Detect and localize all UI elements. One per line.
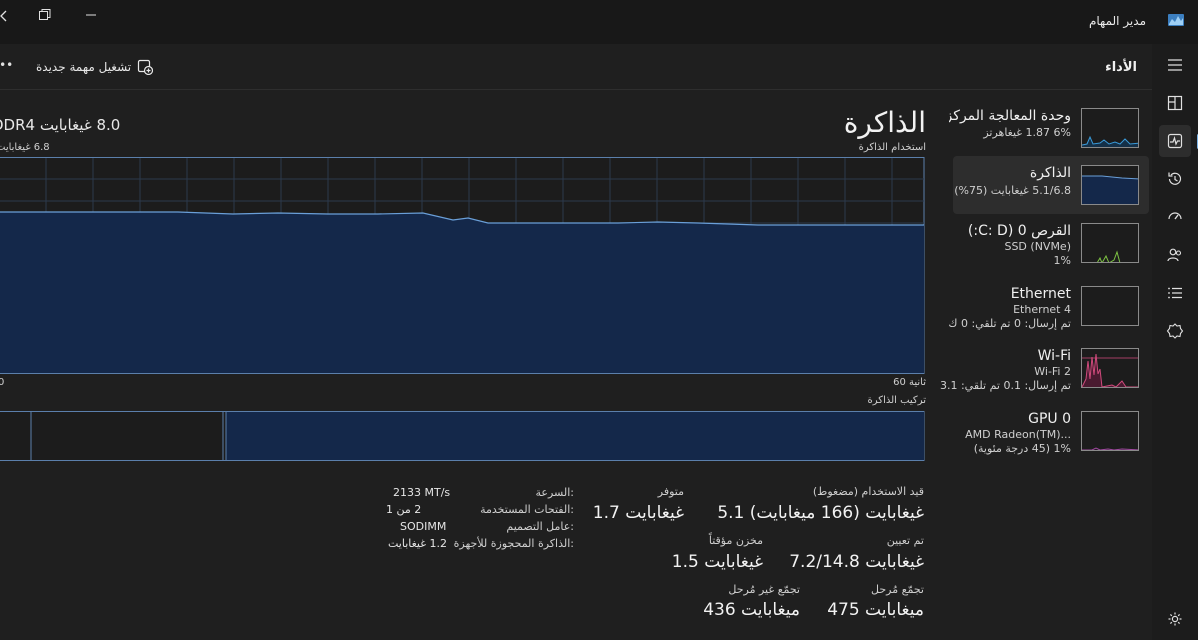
run-new-task-label: تشغيل مهمة جديدة — [36, 60, 132, 74]
hardware-reserved-label: الذاكرة المحجوزة للأجهزة: — [453, 537, 574, 550]
toolbar-divider — [0, 89, 1152, 90]
time-axis-right: 0 — [0, 377, 5, 388]
processes-icon[interactable] — [1159, 87, 1191, 119]
details-icon[interactable] — [1159, 277, 1191, 309]
sidebar-sub-cpu: 6% 1.87 غيغاهرتز — [983, 126, 1071, 139]
in-use-value: 5.1 غيغابايت (166 ميغابايت) — [717, 503, 924, 523]
restore-icon[interactable] — [38, 7, 52, 21]
usage-label: استخدام الذاكرة — [858, 142, 926, 153]
window-title: مدير المهام — [1088, 14, 1146, 28]
paged-pool-value: 475 ميغابايت — [827, 600, 924, 620]
available-value: 1.7 غيغابايت — [592, 503, 684, 523]
sidebar-item-cpu[interactable]: وحدة المعالجة المركزية 6% 1.87 غيغاهرتز — [949, 104, 1149, 162]
app-history-icon[interactable] — [1159, 163, 1191, 195]
speed-value: 2133 MT/s — [393, 486, 451, 499]
composition-label: تركيب الذاكرة — [867, 395, 926, 406]
sidebar-item-wifi[interactable]: Wi-Fi Wi-Fi 2 تم إرسال: 0.1 تم تلقي: 3.1 — [940, 344, 1149, 402]
sidebar-item-disk[interactable]: القرص 0 (C: D:) SSD (NVMe) 1% — [953, 219, 1149, 277]
sidebar-title-ethernet: Ethernet — [1010, 286, 1071, 302]
sidebar-sub-disk-type: SSD (NVMe) — [1004, 240, 1071, 253]
memory-composition-bar — [0, 411, 925, 461]
sidebar-sub-ethernet-traffic: تم إرسال: 0 تم تلقي: 0 ك — [948, 317, 1071, 330]
speed-label: السرعة: — [535, 486, 574, 499]
memory-capacity: 8.0 غيغابايت DDR4 — [0, 116, 121, 134]
sidebar-item-ethernet[interactable]: Ethernet Ethernet 4 تم إرسال: 0 تم تلقي:… — [948, 282, 1149, 340]
sidebar-title-gpu: GPU 0 — [1028, 411, 1071, 427]
ethernet-mini-graph — [1081, 286, 1139, 326]
new-task-icon — [137, 59, 154, 76]
cpu-mini-graph — [1081, 108, 1139, 148]
disk-mini-graph — [1081, 223, 1139, 263]
cached-label: مخزن مؤقتاً — [708, 534, 763, 547]
sidebar-sub-disk-usage: 1% — [1053, 254, 1071, 267]
sidebar-title-cpu: وحدة المعالجة المركزية — [949, 108, 1071, 124]
memory-mini-graph — [1081, 165, 1139, 205]
nonpaged-pool-value: 436 ميغابايت — [703, 600, 800, 620]
memory-usage-graph — [0, 157, 925, 374]
sidebar-sub-memory: 5.1/6.8 غيغابايت (75%) — [954, 184, 1071, 197]
sidebar-sub-gpu-name: AMD Radeon(TM)... — [965, 428, 1071, 441]
cached-value: 1.5 غيغابايت — [671, 552, 763, 572]
gear-icon[interactable] — [1159, 603, 1191, 635]
main-pane: ••• تشغيل مهمة جديدة الأداء الذاكرة 8.0 … — [0, 44, 1152, 640]
hamburger-icon[interactable] — [1159, 49, 1191, 81]
usage-max: 6.8 غيغابايت — [0, 142, 50, 153]
sidebar-title-disk: القرص 0 (C: D:) — [967, 223, 1071, 239]
in-use-label: قيد الاستخدام (مضغوط) — [812, 485, 924, 498]
run-new-task-button[interactable]: تشغيل مهمة جديدة — [36, 56, 154, 78]
users-icon[interactable] — [1159, 239, 1191, 271]
sidebar-sub-ethernet-adapter: Ethernet 4 — [1013, 303, 1071, 316]
navigation-rail — [1152, 44, 1198, 640]
hardware-reserved-value: 1.2 غيغابايت — [388, 537, 448, 550]
sidebar-item-gpu[interactable]: GPU 0 AMD Radeon(TM)... 1% (45 درجة مئوي… — [953, 407, 1149, 465]
performance-icon[interactable] — [1159, 125, 1198, 157]
sidebar-title-wifi: Wi-Fi — [1037, 348, 1071, 364]
sidebar-sub-wifi-adapter: Wi-Fi 2 — [1034, 365, 1071, 378]
gpu-mini-graph — [1081, 411, 1139, 451]
form-factor-label: عامل التصميم: — [506, 520, 574, 533]
back-icon[interactable] — [0, 8, 10, 24]
sidebar-item-memory[interactable]: الذاكرة 5.1/6.8 غيغابايت (75%) — [953, 156, 1149, 214]
minimize-icon[interactable] — [84, 7, 98, 21]
available-label: متوفر — [657, 485, 684, 498]
app-logo-icon — [1167, 12, 1185, 28]
time-axis-left: 60 ثانية — [893, 377, 926, 388]
memory-heading: الذاكرة — [843, 106, 926, 139]
form-factor-value: SODIMM — [400, 520, 447, 533]
paged-pool-label: تجمّع مُرحل — [871, 583, 924, 596]
more-options-button[interactable]: ••• — [0, 58, 13, 72]
sidebar-sub-gpu-usage: 1% (45 درجة مئوية) — [973, 442, 1071, 455]
committed-value: 7.2/14.8 غيغابايت — [789, 552, 924, 572]
title-bar: مدير المهام — [0, 0, 1198, 44]
wifi-mini-graph — [1081, 348, 1139, 388]
slots-label: الفتحات المستخدمة: — [480, 503, 574, 516]
startup-apps-icon[interactable] — [1159, 201, 1191, 233]
services-icon[interactable] — [1159, 315, 1191, 347]
sidebar-sub-wifi-traffic: تم إرسال: 0.1 تم تلقي: 3.1 — [939, 379, 1071, 392]
page-title: الأداء — [1105, 60, 1137, 75]
sidebar-title-memory: الذاكرة — [1029, 165, 1071, 181]
committed-label: تم تعيين — [886, 534, 924, 547]
nonpaged-pool-label: تجمّع غير مُرحل — [728, 583, 800, 596]
slots-value: 2 من 1 — [386, 503, 422, 516]
